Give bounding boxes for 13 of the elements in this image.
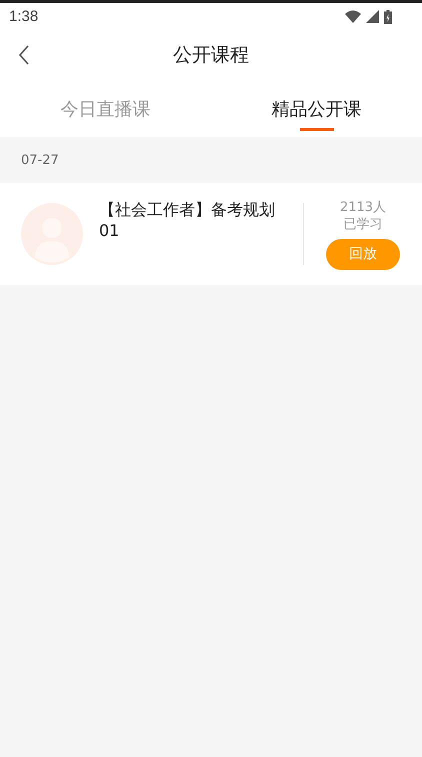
tab-underline xyxy=(300,128,334,131)
wifi-icon xyxy=(345,10,361,23)
battery-icon xyxy=(384,10,392,24)
page-title: 公开课程 xyxy=(173,43,249,68)
date-label: 07-27 xyxy=(21,152,59,168)
course-card[interactable]: 【社会工作者】备考规划01 2113人 已学习 回放 xyxy=(0,183,422,285)
learner-label: 已学习 xyxy=(344,216,382,232)
status-time: 1:38 xyxy=(9,8,38,25)
course-title: 【社会工作者】备考规划01 xyxy=(99,199,276,241)
tab[interactable]: 精品公开课 xyxy=(211,80,422,137)
learner-count: 2113人 xyxy=(340,198,386,216)
signal-icon xyxy=(366,10,379,23)
back-icon[interactable] xyxy=(18,45,30,65)
